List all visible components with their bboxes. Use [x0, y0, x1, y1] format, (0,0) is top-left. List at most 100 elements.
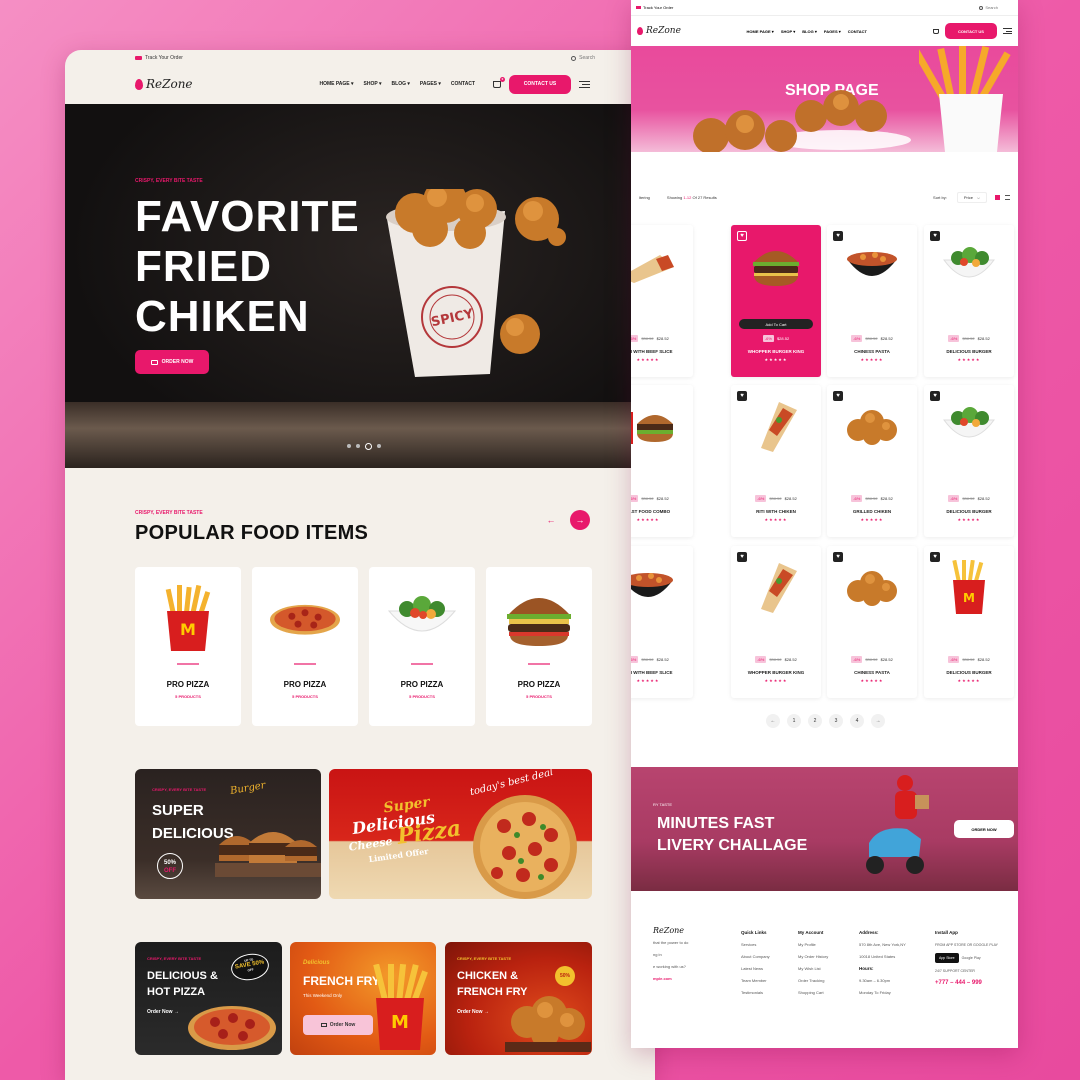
- hero-order-now-button[interactable]: ORDER NOW: [135, 350, 209, 374]
- wishlist-heart-icon[interactable]: ♥: [930, 231, 940, 241]
- track-order-link[interactable]: Track Your Order: [135, 55, 183, 61]
- product-card[interactable]: ♥ Add To Cart -6% $28.52 WHOPPER BURGER KING…: [731, 225, 821, 377]
- banner-order-now-button[interactable]: ORDER NOW: [954, 820, 1014, 838]
- discount-badge: -6%: [948, 335, 960, 342]
- rating-stars: ★★★★★: [764, 517, 788, 522]
- product-card[interactable]: ♥-6%$38.52$28.52RITI WITH BEEF SLICE★★★★…: [631, 225, 693, 377]
- rating-stars: ★★★★★: [957, 357, 981, 362]
- hamburger-menu-icon[interactable]: [1003, 28, 1012, 34]
- site-logo[interactable]: ReZone: [135, 77, 193, 91]
- food-category-card[interactable]: PRO PIZZA 5 PRODUCTS: [486, 567, 592, 726]
- product-card[interactable]: ♥ -6% $38.52 $28.52 GRILLED CHIKEN ★★★★★: [827, 385, 917, 537]
- grid-view-icon[interactable]: [995, 195, 1000, 200]
- footer-link[interactable]: My Profile: [798, 939, 828, 951]
- flame-icon: [637, 27, 643, 35]
- promo-order-link[interactable]: Order Now →: [457, 1009, 489, 1015]
- list-view-icon[interactable]: [1005, 195, 1010, 200]
- footer-link[interactable]: Team Member: [741, 975, 770, 987]
- pagination-next[interactable]: →: [871, 714, 885, 728]
- slider-dot[interactable]: [356, 444, 360, 448]
- discount-badge: -6%: [755, 495, 767, 502]
- nav-item-pages[interactable]: PAGES ▾: [420, 81, 441, 87]
- wishlist-heart-icon[interactable]: ♥: [737, 391, 747, 401]
- sort-select[interactable]: Price ⌵: [956, 192, 987, 203]
- filter-button[interactable]: ltering: [639, 195, 650, 200]
- promo-order-now-button[interactable]: Order Now: [303, 1015, 373, 1035]
- contact-us-button[interactable]: CONTACT US: [509, 74, 571, 94]
- product-card[interactable]: ♥ -6% $38.52 $28.52 RITI WITH CHIKEN ★★★★★: [731, 385, 821, 537]
- rating-stars: ★★★★★: [860, 517, 884, 522]
- footer-link[interactable]: Latest News: [741, 963, 770, 975]
- new-price: $28.52: [880, 336, 893, 341]
- nav-item-contact[interactable]: CONTACT: [848, 29, 867, 34]
- pagination-page[interactable]: 3: [829, 714, 843, 728]
- carousel-prev-button[interactable]: ←: [541, 510, 561, 530]
- wishlist-heart-icon[interactable]: ♥: [737, 552, 747, 562]
- food-category-card[interactable]: PRO PIZZA 5 PRODUCTS: [369, 567, 475, 726]
- nav-item-home[interactable]: HOME PAGE ▾: [747, 29, 774, 34]
- hamburger-menu-icon[interactable]: [579, 80, 590, 88]
- chicken-icon: [842, 401, 902, 451]
- wishlist-heart-icon[interactable]: ♥: [833, 391, 843, 401]
- shop-toolbar: ltering Showing 1-12 Of 27 Results Sort …: [631, 192, 1018, 203]
- product-name: WHOPPER BURGER KING: [747, 349, 805, 354]
- product-card[interactable]: ♥ -6% $38.52 $28.52 WHOPPER BURGER KING ★★★★★: [731, 546, 821, 698]
- nav-item-shop[interactable]: SHOP ▾: [364, 81, 382, 87]
- support-phone[interactable]: +777 – 444 – 999: [935, 977, 998, 989]
- food-category-card[interactable]: M PRO PIZZA 5 PRODUCTS: [135, 567, 241, 726]
- cart-icon[interactable]: 0: [493, 76, 505, 88]
- carousel-next-button[interactable]: →: [570, 510, 590, 530]
- footer-link[interactable]: Order Tracking: [798, 975, 828, 987]
- promo-delicious-hot-pizza[interactable]: CRISPY, EVERY BITE TASTE DELICIOUS & HOT …: [135, 942, 282, 1055]
- wishlist-heart-icon[interactable]: ♥: [833, 552, 843, 562]
- footer-link[interactable]: Shopping Cart: [798, 987, 828, 999]
- track-order-link[interactable]: Track Your Order: [636, 5, 673, 10]
- promo-script-label: Burger: [229, 779, 267, 798]
- slider-dot-active[interactable]: [365, 442, 372, 450]
- nav-item-home[interactable]: HOME PAGE ▾: [319, 81, 353, 87]
- cart-icon[interactable]: [933, 28, 939, 34]
- slider-dot[interactable]: [347, 444, 351, 448]
- contact-us-button[interactable]: CONTACT US: [945, 23, 997, 39]
- wishlist-heart-icon[interactable]: ♥: [930, 552, 940, 562]
- product-card[interactable]: ♥-6%$38.52$28.52FAST FOOD COMBO★★★★★: [631, 385, 693, 537]
- product-card[interactable]: ♥ -6% $38.52 $28.52 DELICIOUS BURGER ★★★★★: [924, 225, 1014, 377]
- nav-item-blog[interactable]: BLOG ▾: [392, 81, 410, 87]
- footer-link[interactable]: My Order History: [798, 951, 828, 963]
- promo-french-fry[interactable]: Delicious FRENCH FRY This Weekend Only O…: [290, 942, 436, 1055]
- nav-item-pages[interactable]: PAGES ▾: [824, 29, 841, 34]
- pagination-page[interactable]: 1: [787, 714, 801, 728]
- site-logo[interactable]: ReZone: [637, 26, 681, 36]
- google-play-button[interactable]: Google Play: [962, 953, 981, 963]
- nav-menu: HOME PAGE ▾ SHOP ▾ BLOG ▾ PAGES ▾ CONTAC…: [747, 29, 867, 34]
- slider-dot[interactable]: [377, 444, 381, 448]
- footer-link[interactable]: Testimonials: [741, 987, 770, 999]
- food-category-card[interactable]: PRO PIZZA 5 PRODUCTS: [252, 567, 358, 726]
- nav-item-blog[interactable]: BLOG ▾: [802, 29, 817, 34]
- wishlist-heart-icon[interactable]: ♥: [737, 231, 747, 241]
- wishlist-heart-icon[interactable]: ♥: [930, 391, 940, 401]
- promo-chicken-french-fry[interactable]: CRISPY, EVERY BITE TASTE CHICKEN & FRENCH…: [445, 942, 592, 1055]
- app-store-button[interactable]: App Store: [935, 953, 959, 963]
- search-box[interactable]: Search: [979, 5, 998, 10]
- nav-item-contact[interactable]: CONTACT: [451, 81, 475, 87]
- product-card[interactable]: ♥-6%$38.52$28.52RITI WITH BEEF SLICE★★★★…: [631, 546, 693, 698]
- product-card[interactable]: ♥ -6% $38.52 $28.52 CHINESS PASTA ★★★★★: [827, 546, 917, 698]
- product-card[interactable]: ♥ -6% $38.52 $28.52 CHINESS PASTA ★★★★★: [827, 225, 917, 377]
- search-box[interactable]: Search: [571, 55, 595, 61]
- wishlist-heart-icon[interactable]: ♥: [833, 231, 843, 241]
- promo-order-link[interactable]: Order Now →: [147, 1009, 179, 1015]
- footer-link[interactable]: Services: [741, 939, 770, 951]
- promo-super-delicious-burger[interactable]: CRISPY, EVERY BITE TASTE SUPER DELICIOUS …: [135, 769, 321, 899]
- product-card[interactable]: ♥ M -6% $38.52 $28.52 DELICIOUS BURGER ★★★★★: [924, 546, 1014, 698]
- promo-cheese-pizza[interactable]: today's best deal Super Delicious Cheese…: [329, 769, 592, 899]
- pagination-page[interactable]: 2: [808, 714, 822, 728]
- footer-link[interactable]: My Wish List: [798, 963, 828, 975]
- product-card[interactable]: ♥ -6% $38.52 $28.52 DELICIOUS BURGER ★★★★★: [924, 385, 1014, 537]
- add-to-cart-button[interactable]: Add To Cart: [739, 319, 813, 329]
- pagination-page[interactable]: 4: [850, 714, 864, 728]
- pagination-prev[interactable]: ←: [766, 714, 780, 728]
- footer-link[interactable]: About Company: [741, 951, 770, 963]
- nav-item-shop[interactable]: SHOP ▾: [781, 29, 795, 34]
- site-footer: ReZone that the power to do ng in e work…: [631, 891, 1018, 1048]
